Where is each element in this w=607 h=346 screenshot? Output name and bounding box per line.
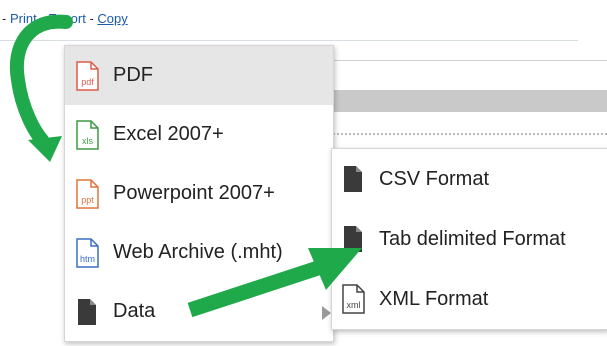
separator: - (85, 11, 98, 26)
curved-arrow-icon (9, 14, 73, 162)
htm-icon-text: htm (80, 254, 95, 264)
menu-item-label: CSV Format (379, 167, 490, 190)
ppt-icon-text: ppt (81, 195, 94, 205)
menu-item-label: Excel 2007+ (113, 123, 224, 145)
menu-item-label: Web Archive (.mht) (113, 241, 283, 263)
data-submenu: CSV Format Tab delimited Format xml XML … (331, 148, 607, 330)
ppt-file-icon: ppt (76, 178, 99, 209)
export-links-bar: - Print - Export - Copy (2, 11, 128, 26)
separator: - (2, 11, 10, 26)
menu-item-label: Data (113, 300, 156, 322)
menu-item-pdf[interactable]: pdf PDF (65, 46, 333, 105)
export-menu: pdf PDF xls Excel 2007+ ppt Powerpoint 2… (64, 45, 334, 342)
export-link[interactable]: Export (48, 11, 86, 26)
menu-item-label: Powerpoint 2007+ (113, 182, 275, 204)
document-icon (344, 226, 362, 252)
xls-icon-text: xls (82, 136, 93, 146)
submenu-item-csv[interactable]: CSV Format (332, 149, 607, 209)
separator: - (36, 11, 49, 26)
menu-item-web-archive[interactable]: htm Web Archive (.mht) (65, 223, 333, 282)
pdf-file-icon: pdf (76, 60, 99, 91)
menu-item-label: XML Format (379, 287, 489, 310)
document-icon (344, 166, 362, 192)
print-link[interactable]: Print (10, 11, 37, 26)
copy-link[interactable]: Copy (97, 11, 127, 26)
xls-file-icon: xls (76, 119, 99, 150)
submenu-item-tab-delimited[interactable]: Tab delimited Format (332, 209, 607, 269)
pdf-icon-text: pdf (81, 77, 94, 87)
background-divider (330, 60, 607, 61)
menu-item-label: Tab delimited Format (379, 227, 566, 250)
menu-item-powerpoint[interactable]: ppt Powerpoint 2007+ (65, 164, 333, 223)
menu-item-data[interactable]: Data (65, 282, 333, 341)
document-icon (78, 298, 96, 325)
xml-file-icon: xml (342, 284, 365, 314)
divider (0, 40, 578, 41)
background-header-bar (330, 90, 607, 112)
submenu-arrow-icon (322, 306, 331, 320)
menu-item-label: PDF (113, 64, 153, 86)
htm-file-icon: htm (76, 237, 99, 268)
submenu-item-xml[interactable]: xml XML Format (332, 269, 607, 329)
menu-item-excel[interactable]: xls Excel 2007+ (65, 105, 333, 164)
background-dotted-line (330, 133, 607, 135)
xml-icon-text: xml (347, 300, 361, 310)
